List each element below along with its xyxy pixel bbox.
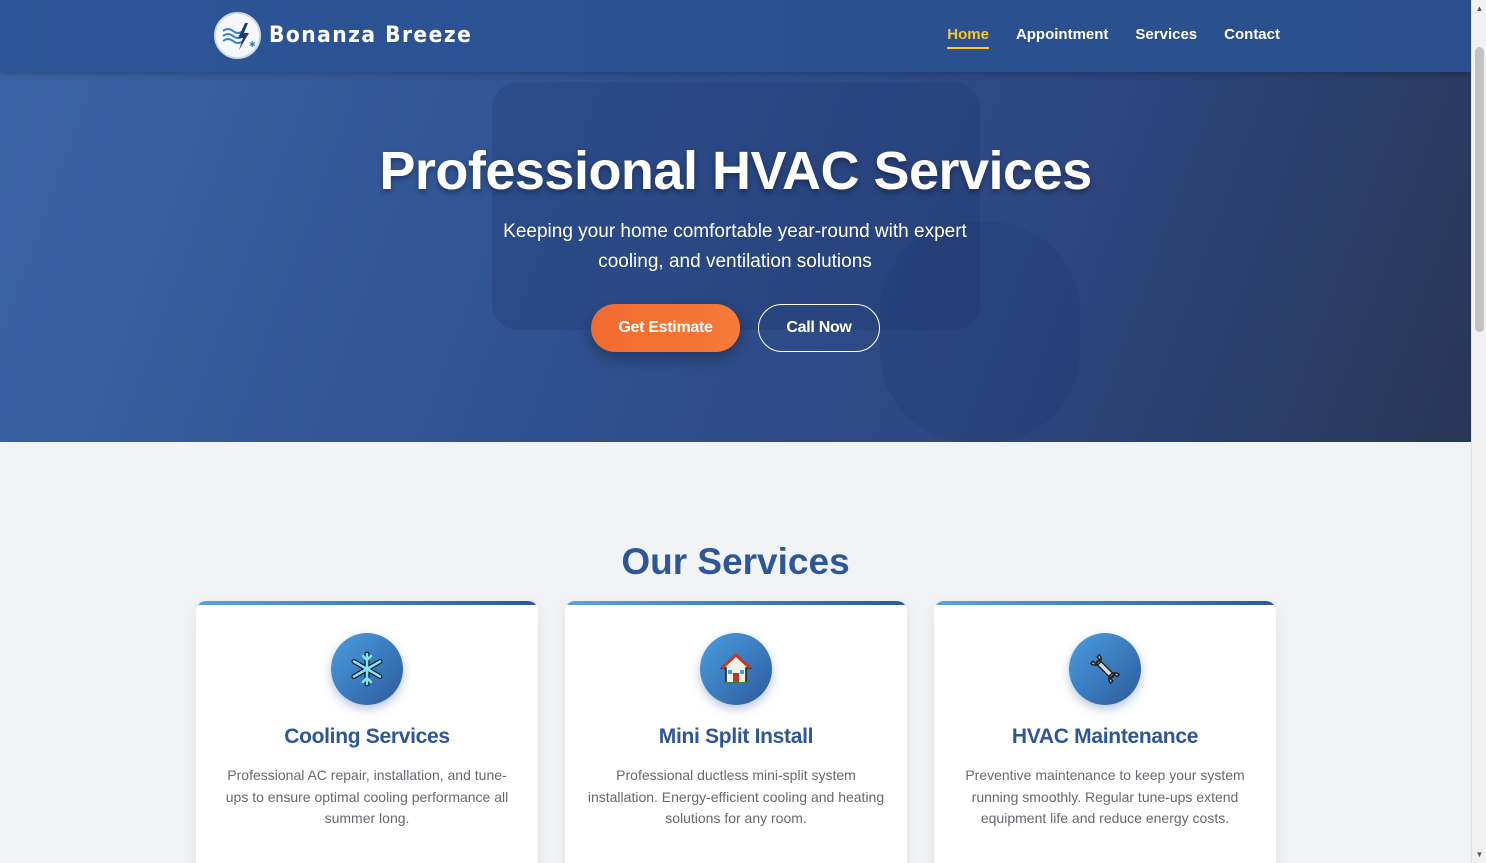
nav-services[interactable]: Services <box>1135 26 1197 49</box>
snowflake-icon <box>331 633 403 705</box>
brand-name: Bonanza Breeze <box>269 23 473 48</box>
call-now-button[interactable]: Call Now <box>758 304 880 352</box>
card-accent-bar <box>934 601 1276 605</box>
card-accent-bar <box>196 601 538 605</box>
card-description: Professional ductless mini-split system … <box>587 767 885 826</box>
house-icon <box>700 633 772 705</box>
card-description: Professional AC repair, installation, an… <box>225 767 509 826</box>
vertical-scrollbar[interactable]: ▲ ▼ <box>1471 0 1486 863</box>
page: ✱ Bonanza Breeze Home Appointment Servic… <box>0 0 1471 863</box>
card-description: Preventive maintenance to keep your syst… <box>965 767 1245 826</box>
scroll-down-arrow-icon[interactable]: ▼ <box>1472 850 1486 859</box>
service-card-cooling[interactable]: Cooling Services Professional AC repair,… <box>196 601 538 863</box>
service-card-mini-split[interactable]: Mini Split Install Professional ductless… <box>565 601 907 863</box>
wind-lightning-logo-icon: ✱ <box>214 12 261 59</box>
service-card-maintenance[interactable]: HVAC Maintenance Preventive maintenance … <box>934 601 1276 863</box>
brand-logo[interactable]: ✱ Bonanza Breeze <box>214 12 490 59</box>
card-title: Mini Split Install <box>658 725 814 748</box>
nav-contact[interactable]: Contact <box>1224 26 1280 49</box>
wrench-icon <box>1069 633 1141 705</box>
card-title: Cooling Services <box>284 725 450 748</box>
services-heading: Our Services <box>621 541 850 582</box>
hero-title: Professional HVAC Services <box>379 141 1092 201</box>
site-header: ✱ Bonanza Breeze Home Appointment Servic… <box>0 0 1471 72</box>
hero-subtitle: Keeping your home comfortable year-round… <box>503 221 967 272</box>
main-nav: Home Appointment Services Contact <box>920 26 1280 49</box>
scroll-up-arrow-icon[interactable]: ▲ <box>1472 4 1486 13</box>
scrollbar-thumb[interactable] <box>1475 47 1484 332</box>
get-estimate-button[interactable]: Get Estimate <box>591 304 740 352</box>
card-accent-bar <box>565 601 907 605</box>
svg-text:✱: ✱ <box>249 40 256 49</box>
hero-section: Professional HVAC Services Keeping your … <box>0 72 1471 442</box>
nav-home[interactable]: Home <box>947 26 989 49</box>
card-title: HVAC Maintenance <box>1011 725 1199 748</box>
nav-appointment[interactable]: Appointment <box>1016 26 1108 49</box>
